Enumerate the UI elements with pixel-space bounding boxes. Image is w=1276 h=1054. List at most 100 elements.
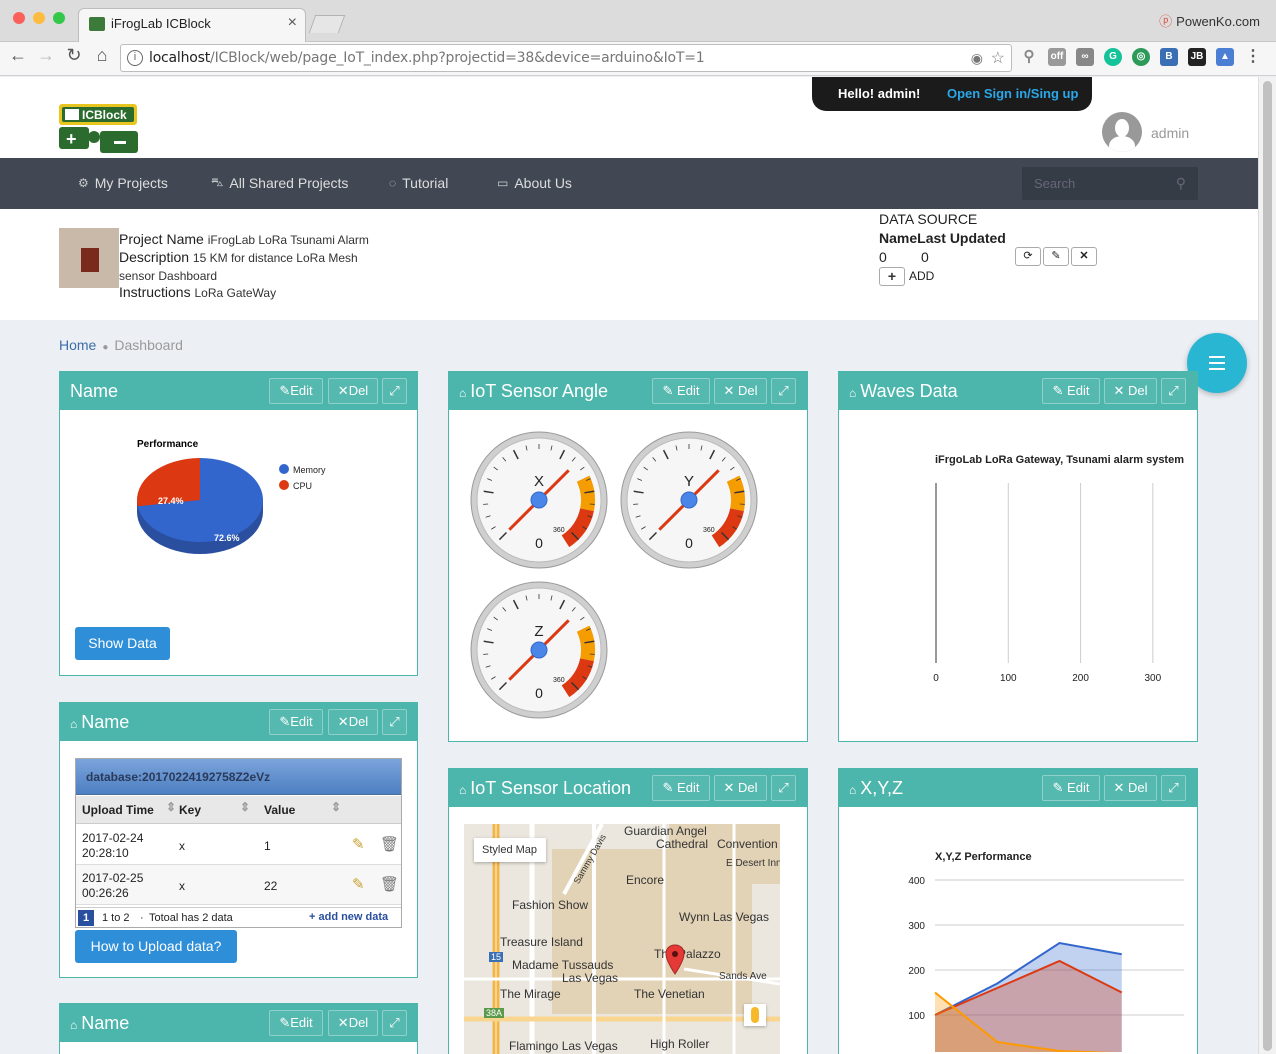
page-range: 1 to 2 bbox=[102, 912, 130, 924]
edit-button[interactable]: ✎Edit bbox=[269, 378, 323, 404]
styled-map-button[interactable]: Styled Map bbox=[474, 838, 546, 862]
address-bar[interactable]: i localhost/ICBlock/web/page_IoT_index.p… bbox=[120, 44, 1012, 72]
sort-icon[interactable]: ⇕ bbox=[240, 800, 250, 814]
page-scrollbar[interactable] bbox=[1258, 77, 1276, 1054]
google-map[interactable]: Styled Map Guardian Angel Cathedral Conv… bbox=[464, 824, 780, 1054]
add-new-data-link[interactable]: + add new data bbox=[309, 911, 388, 923]
sort-icon[interactable]: ⇕ bbox=[166, 800, 176, 814]
icblock-logo[interactable]: ICBlock + bbox=[58, 101, 140, 155]
page-button[interactable]: 1 bbox=[78, 910, 94, 926]
panel-header: ⌂ IoT Sensor Location ✎ Edit ✕ Del ⤢ bbox=[449, 769, 807, 807]
edit-button[interactable]: ✎Edit bbox=[269, 1010, 323, 1036]
delete-button[interactable]: ✕Del bbox=[328, 378, 378, 404]
new-tab-button[interactable] bbox=[308, 15, 346, 33]
project-name-row: Project Name iFrogLab LoRa Tsunami Alarm bbox=[119, 231, 369, 247]
edit-button[interactable]: ✎ Edit bbox=[652, 378, 710, 404]
search-icon[interactable]: ⚲ bbox=[1176, 175, 1186, 192]
search-input[interactable] bbox=[1022, 167, 1172, 200]
sort-icon[interactable]: ⇕ bbox=[331, 800, 341, 814]
panel-header: ⌂ Name ✎Edit ✕Del ⤢ bbox=[60, 1004, 417, 1042]
expand-icon[interactable]: ⤢ bbox=[382, 1010, 407, 1036]
gauge-label: X bbox=[534, 473, 544, 490]
forward-icon[interactable]: → bbox=[34, 45, 58, 66]
delete-button[interactable]: ✕ Del bbox=[714, 775, 767, 801]
extension-b-icon[interactable]: B bbox=[1160, 48, 1178, 66]
add-source-button[interactable]: + bbox=[879, 267, 905, 286]
back-icon[interactable]: ← bbox=[6, 45, 30, 66]
home-icon: ⌂ bbox=[459, 386, 467, 400]
close-window-button[interactable] bbox=[13, 12, 25, 24]
panel-title: ⌂ IoT Sensor Angle bbox=[459, 381, 609, 401]
extension-jb-icon[interactable]: JB bbox=[1188, 48, 1206, 66]
reload-icon[interactable]: ↻ bbox=[62, 45, 86, 66]
expand-icon[interactable]: ⤢ bbox=[771, 775, 796, 801]
extension-search-icon[interactable]: ⚲ bbox=[1020, 48, 1038, 66]
bookmark-star-icon[interactable]: ☆ bbox=[991, 48, 1005, 68]
expand-icon[interactable]: ⤢ bbox=[1161, 775, 1186, 801]
profile-name[interactable]: ⓟ PowenKo.com bbox=[1159, 11, 1260, 30]
edit-button[interactable]: ✎ Edit bbox=[1042, 775, 1100, 801]
browser-tab[interactable]: iFrogLab ICBlock × bbox=[78, 8, 306, 42]
show-data-button[interactable]: Show Data bbox=[75, 627, 170, 660]
url-text: localhost/ICBlock/web/page_IoT_index.php… bbox=[149, 50, 705, 66]
pegman-icon[interactable] bbox=[744, 1004, 766, 1026]
delete-button[interactable]: ✕ Del bbox=[1104, 378, 1157, 404]
hello-text: Hello! admin! bbox=[838, 86, 921, 101]
site-header: ICBlock + Hello! admin! Open Sign in/Sin… bbox=[0, 77, 1258, 158]
panel-xyz: ⌂ X,Y,Z ✎ Edit ✕ Del ⤢ X,Y,Z Performance … bbox=[838, 768, 1198, 1054]
scrollbar-thumb[interactable] bbox=[1263, 81, 1272, 1051]
how-to-upload-button[interactable]: How to Upload data? bbox=[75, 930, 237, 963]
tab-close-icon[interactable]: × bbox=[288, 14, 297, 32]
map-label: Encore bbox=[626, 873, 665, 887]
header-key[interactable]: Key bbox=[179, 803, 201, 817]
nav-about-us[interactable]: ▭ About Us bbox=[497, 175, 572, 191]
delete-button[interactable]: ✕ Del bbox=[1104, 775, 1157, 801]
nav-all-shared-projects[interactable]: ⛍ All Shared Projects bbox=[211, 175, 348, 191]
data-source-header: NameLast Updated bbox=[879, 230, 1006, 246]
delete-source-button[interactable]: ✕ bbox=[1071, 247, 1097, 266]
nav-tutorial[interactable]: ◌ Tutorial bbox=[389, 175, 448, 191]
extension-drive-icon[interactable]: ▲ bbox=[1216, 48, 1234, 66]
signin-link[interactable]: Open Sign in/Sing up bbox=[947, 86, 1078, 101]
home-icon[interactable]: ⌂ bbox=[90, 45, 114, 66]
trash-icon[interactable]: 🗑 bbox=[380, 875, 399, 893]
edit-button[interactable]: ✎ Edit bbox=[652, 775, 710, 801]
panel-title: ⌂ IoT Sensor Location bbox=[459, 778, 632, 798]
edit-button[interactable]: ✎ Edit bbox=[1042, 378, 1100, 404]
minimize-window-button[interactable] bbox=[33, 12, 45, 24]
hello-bar: Hello! admin! Open Sign in/Sing up bbox=[812, 77, 1092, 111]
username-label[interactable]: admin bbox=[1151, 125, 1189, 141]
edit-row-icon[interactable]: ✎ bbox=[352, 875, 365, 893]
table-row: 2017-02-25 00:26:26 x 22 ✎ 🗑 bbox=[76, 865, 401, 905]
avatar[interactable] bbox=[1102, 112, 1142, 152]
info-icon[interactable]: i bbox=[127, 50, 143, 66]
edit-row-icon[interactable]: ✎ bbox=[352, 835, 365, 853]
map-pin-icon[interactable] bbox=[665, 944, 685, 976]
panel-title: ⌂ X,Y,Z bbox=[849, 778, 903, 798]
header-value[interactable]: Value bbox=[264, 803, 295, 817]
edit-source-button[interactable]: ✎ bbox=[1043, 247, 1069, 266]
header-upload-time[interactable]: Upload Time bbox=[82, 803, 154, 817]
nav-my-projects[interactable]: ⚙ My Projects bbox=[78, 175, 168, 191]
delete-button[interactable]: ✕Del bbox=[328, 1010, 378, 1036]
extension-grammarly-icon[interactable]: G bbox=[1104, 48, 1122, 66]
expand-icon[interactable]: ⤢ bbox=[771, 378, 796, 404]
delete-button[interactable]: ✕Del bbox=[328, 709, 378, 735]
expand-icon[interactable]: ⤢ bbox=[382, 709, 407, 735]
zoom-window-button[interactable] bbox=[53, 12, 65, 24]
data-source-name-value: 0 bbox=[879, 249, 887, 265]
camera-blocked-icon[interactable]: ◉ bbox=[971, 50, 983, 67]
chrome-menu-icon[interactable]: ⋮ bbox=[1244, 48, 1262, 66]
delete-button[interactable]: ✕ Del bbox=[714, 378, 767, 404]
cell-value: 22 bbox=[264, 879, 278, 893]
refresh-button[interactable]: ⟳ bbox=[1015, 247, 1041, 266]
gauge-x: X 0 360 bbox=[470, 431, 608, 569]
extension-glasses-icon[interactable]: ∞ bbox=[1076, 48, 1094, 66]
expand-icon[interactable]: ⤢ bbox=[382, 378, 407, 404]
expand-icon[interactable]: ⤢ bbox=[1161, 378, 1186, 404]
extension-off-icon[interactable]: off bbox=[1048, 48, 1066, 66]
extension-new-icon[interactable]: ◎ bbox=[1132, 48, 1150, 66]
trash-icon[interactable]: 🗑 bbox=[380, 835, 399, 853]
breadcrumb-home[interactable]: Home bbox=[59, 337, 96, 353]
edit-button[interactable]: ✎Edit bbox=[269, 709, 323, 735]
